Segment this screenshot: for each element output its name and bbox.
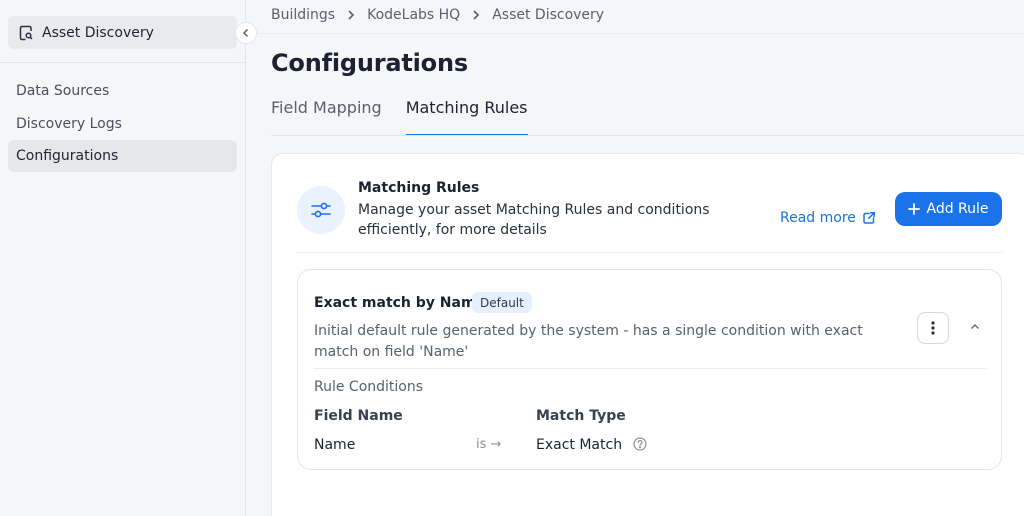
topbar-divider [246,33,1024,34]
external-link-icon [862,211,876,225]
chevron-right-icon [347,9,355,21]
rule-description: Initial default rule generated by the sy… [314,323,863,360]
matching-rules-description: Manage your asset Matching Rules and con… [358,202,710,238]
chevron-left-icon [242,28,250,38]
column-header-field-name: Field Name [314,408,403,424]
default-badge: Default [472,292,532,313]
breadcrumb: Buildings KodeLabs HQ Asset Discovery [271,7,604,23]
rule-divider [314,368,987,369]
read-more-link[interactable]: Read more [780,210,876,226]
breadcrumb-item-kodelabs-hq[interactable]: KodeLabs HQ [367,7,460,23]
document-search-icon [18,25,34,41]
condition-match-type-cell: Exact Match [536,437,647,453]
chevron-up-icon [970,323,980,330]
sidebar-collapse-button[interactable] [235,22,257,44]
more-options-button[interactable] [917,312,949,344]
help-icon[interactable] [632,437,647,451]
kebab-menu-icon [931,321,935,335]
column-header-match-type: Match Type [536,408,626,424]
add-rule-button[interactable]: Add Rule [895,192,1002,226]
matching-rules-title: Matching Rules [358,180,480,196]
app-switcher[interactable]: Asset Discovery [8,16,237,49]
breadcrumb-item-asset-discovery[interactable]: Asset Discovery [492,7,604,23]
sidebar-item-label: Discovery Logs [16,116,122,132]
condition-operator: is → [476,437,502,452]
matching-rules-divider [297,252,1002,253]
collapse-rule-button[interactable] [967,318,983,334]
app-name: Asset Discovery [42,24,154,41]
rule-conditions-label: Rule Conditions [314,379,424,395]
sidebar-item-label: Configurations [16,148,119,164]
rule-card: Exact match by Name Default Initial defa… [297,269,1002,470]
plus-icon [908,203,921,215]
read-more-label: Read more [780,210,856,226]
sidebar-item-data-sources[interactable]: Data Sources [8,75,237,107]
rule-name: Exact match by Name [314,295,486,311]
condition-match-type: Exact Match [536,437,623,453]
sliders-icon [297,186,345,234]
tabs-divider [271,135,1024,136]
sidebar: Asset Discovery Data Sources Discovery L… [0,0,246,516]
page-title: Configurations [271,49,468,77]
sidebar-item-label: Data Sources [16,83,110,99]
sidebar-item-configurations[interactable]: Configurations [8,140,237,172]
condition-field-name: Name [314,437,356,453]
chevron-right-icon [472,9,480,21]
add-rule-label: Add Rule [926,201,989,217]
matching-rules-header: Matching Rules Manage your asset Matchin… [297,180,1002,252]
sidebar-item-discovery-logs[interactable]: Discovery Logs [8,108,237,140]
sidebar-divider [0,62,246,63]
tab-field-mapping[interactable]: Field Mapping [271,96,382,136]
breadcrumb-item-buildings[interactable]: Buildings [271,7,335,23]
tab-bar: Field Mapping Matching Rules [271,96,552,136]
tab-matching-rules[interactable]: Matching Rules [405,96,528,136]
